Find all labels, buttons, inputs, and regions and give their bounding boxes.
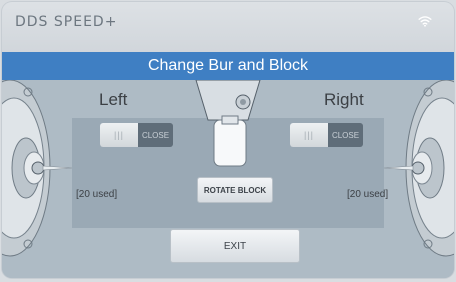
- right-used-count: [20 used]: [347, 189, 389, 200]
- exit-button[interactable]: EXIT: [170, 229, 300, 263]
- toggle-state-label: CLOSE: [328, 123, 363, 147]
- right-label: Right: [324, 90, 364, 109]
- brand-logo: DDS SPEED+: [15, 14, 118, 30]
- left-used-count: [20 used]: [76, 189, 118, 200]
- rotate-block-button[interactable]: ROTATE BLOCK: [197, 177, 273, 203]
- toggle-knob: |||: [290, 123, 328, 147]
- toggle-knob: |||: [100, 123, 138, 147]
- left-close-toggle[interactable]: ||| CLOSE: [100, 123, 173, 147]
- right-spindle-icon: [384, 80, 454, 278]
- toggle-state-label: CLOSE: [138, 123, 173, 147]
- screen: DDS SPEED+ Change Bur and Block Left Rig…: [2, 2, 454, 278]
- left-spindle-icon: [2, 80, 72, 278]
- top-bar: DDS SPEED+: [2, 2, 454, 52]
- page-title: Change Bur and Block: [2, 52, 454, 80]
- block-holder-icon: [195, 80, 261, 167]
- left-label: Left: [99, 90, 128, 109]
- wifi-icon: [418, 16, 432, 27]
- right-close-toggle[interactable]: ||| CLOSE: [290, 123, 363, 147]
